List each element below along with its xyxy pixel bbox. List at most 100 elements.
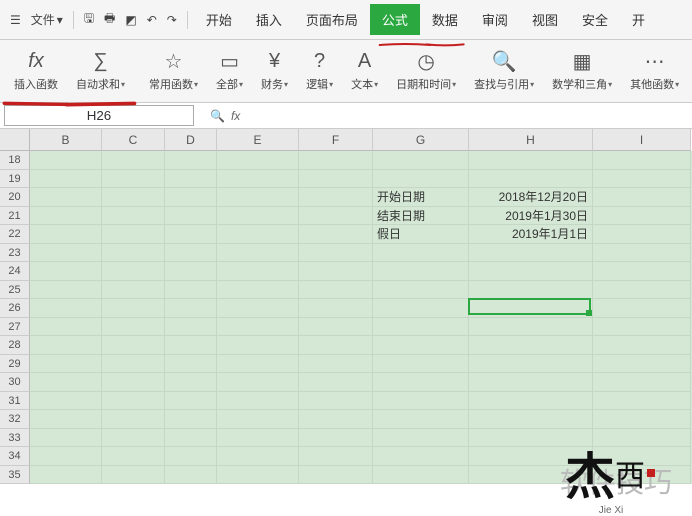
- cell-E35[interactable]: [217, 466, 299, 485]
- col-header-D[interactable]: D: [165, 129, 217, 151]
- cell-D22[interactable]: [165, 225, 217, 244]
- row-header-27[interactable]: 27: [0, 318, 30, 337]
- cell-F28[interactable]: [299, 336, 373, 355]
- cell-F33[interactable]: [299, 429, 373, 448]
- name-box[interactable]: [4, 105, 194, 126]
- cell-F20[interactable]: [299, 188, 373, 207]
- cell-B33[interactable]: [30, 429, 102, 448]
- cell-I18[interactable]: [593, 151, 691, 170]
- row-header-34[interactable]: 34: [0, 447, 30, 466]
- cell-G31[interactable]: [373, 392, 469, 411]
- cell-F31[interactable]: [299, 392, 373, 411]
- cell-E26[interactable]: [217, 299, 299, 318]
- cell-G22[interactable]: 假日: [373, 225, 469, 244]
- cell-G19[interactable]: [373, 170, 469, 189]
- logic-fn-button[interactable]: ? 逻辑▾: [298, 48, 341, 92]
- row-header-31[interactable]: 31: [0, 392, 30, 411]
- cell-C32[interactable]: [102, 410, 165, 429]
- cell-G26[interactable]: [373, 299, 469, 318]
- cell-B28[interactable]: [30, 336, 102, 355]
- cell-D29[interactable]: [165, 355, 217, 374]
- cell-I29[interactable]: [593, 355, 691, 374]
- cell-G23[interactable]: [373, 244, 469, 263]
- cell-E25[interactable]: [217, 281, 299, 300]
- cell-D21[interactable]: [165, 207, 217, 226]
- cell-F19[interactable]: [299, 170, 373, 189]
- cell-F30[interactable]: [299, 373, 373, 392]
- cell-G29[interactable]: [373, 355, 469, 374]
- row-header-28[interactable]: 28: [0, 336, 30, 355]
- cell-I22[interactable]: [593, 225, 691, 244]
- cell-H30[interactable]: [469, 373, 593, 392]
- tab-page-layout[interactable]: 页面布局: [294, 4, 370, 35]
- cell-F24[interactable]: [299, 262, 373, 281]
- cell-E24[interactable]: [217, 262, 299, 281]
- tab-view[interactable]: 视图: [520, 4, 570, 35]
- cell-E22[interactable]: [217, 225, 299, 244]
- print-icon[interactable]: 🖶: [100, 7, 119, 32]
- row-header-35[interactable]: 35: [0, 466, 30, 485]
- cell-B32[interactable]: [30, 410, 102, 429]
- other-fn-button[interactable]: ⋯ 其他函数▾: [622, 48, 687, 92]
- cell-B24[interactable]: [30, 262, 102, 281]
- cell-F23[interactable]: [299, 244, 373, 263]
- redo-icon[interactable]: ↷: [163, 11, 181, 29]
- cell-I27[interactable]: [593, 318, 691, 337]
- cell-B19[interactable]: [30, 170, 102, 189]
- cell-C22[interactable]: [102, 225, 165, 244]
- formula-input[interactable]: [246, 108, 688, 123]
- cell-H21[interactable]: 2019年1月30日: [469, 207, 593, 226]
- tab-formula[interactable]: 公式: [370, 4, 420, 35]
- cell-F18[interactable]: [299, 151, 373, 170]
- cell-D25[interactable]: [165, 281, 217, 300]
- cell-D35[interactable]: [165, 466, 217, 485]
- cell-F26[interactable]: [299, 299, 373, 318]
- cell-I28[interactable]: [593, 336, 691, 355]
- datetime-fn-button[interactable]: ◷ 日期和时间▾: [388, 48, 464, 92]
- cell-G35[interactable]: [373, 466, 469, 485]
- cell-F32[interactable]: [299, 410, 373, 429]
- zoom-icon[interactable]: 🔍: [210, 109, 225, 123]
- cell-H20[interactable]: 2018年12月20日: [469, 188, 593, 207]
- cell-H26[interactable]: [469, 299, 593, 318]
- tab-data[interactable]: 数据: [420, 4, 470, 35]
- cell-E30[interactable]: [217, 373, 299, 392]
- cells-area[interactable]: 开始日期2018年12月20日结束日期2019年1月30日假日2019年1月1日: [30, 151, 692, 484]
- cell-H25[interactable]: [469, 281, 593, 300]
- cell-B29[interactable]: [30, 355, 102, 374]
- cell-H31[interactable]: [469, 392, 593, 411]
- cell-G20[interactable]: 开始日期: [373, 188, 469, 207]
- cell-E23[interactable]: [217, 244, 299, 263]
- row-header-20[interactable]: 20: [0, 188, 30, 207]
- cell-I21[interactable]: [593, 207, 691, 226]
- cell-F22[interactable]: [299, 225, 373, 244]
- common-fn-button[interactable]: ☆ 常用函数▾: [141, 48, 206, 92]
- cell-H18[interactable]: [469, 151, 593, 170]
- cell-H19[interactable]: [469, 170, 593, 189]
- cell-I20[interactable]: [593, 188, 691, 207]
- cell-G34[interactable]: [373, 447, 469, 466]
- row-header-24[interactable]: 24: [0, 262, 30, 281]
- cell-E19[interactable]: [217, 170, 299, 189]
- fx-label[interactable]: fx: [231, 109, 240, 123]
- cell-I24[interactable]: [593, 262, 691, 281]
- cell-H32[interactable]: [469, 410, 593, 429]
- row-header-23[interactable]: 23: [0, 244, 30, 263]
- cell-G27[interactable]: [373, 318, 469, 337]
- col-header-C[interactable]: C: [102, 129, 165, 151]
- cell-I26[interactable]: [593, 299, 691, 318]
- row-header-18[interactable]: 18: [0, 151, 30, 170]
- cell-I31[interactable]: [593, 392, 691, 411]
- tab-start[interactable]: 开始: [194, 4, 244, 35]
- cell-C26[interactable]: [102, 299, 165, 318]
- tab-review[interactable]: 审阅: [470, 4, 520, 35]
- cell-B27[interactable]: [30, 318, 102, 337]
- cell-D18[interactable]: [165, 151, 217, 170]
- select-all-corner[interactable]: [0, 129, 30, 151]
- row-header-30[interactable]: 30: [0, 373, 30, 392]
- col-header-H[interactable]: H: [469, 129, 593, 151]
- cell-B26[interactable]: [30, 299, 102, 318]
- cell-B30[interactable]: [30, 373, 102, 392]
- cell-F27[interactable]: [299, 318, 373, 337]
- cell-E32[interactable]: [217, 410, 299, 429]
